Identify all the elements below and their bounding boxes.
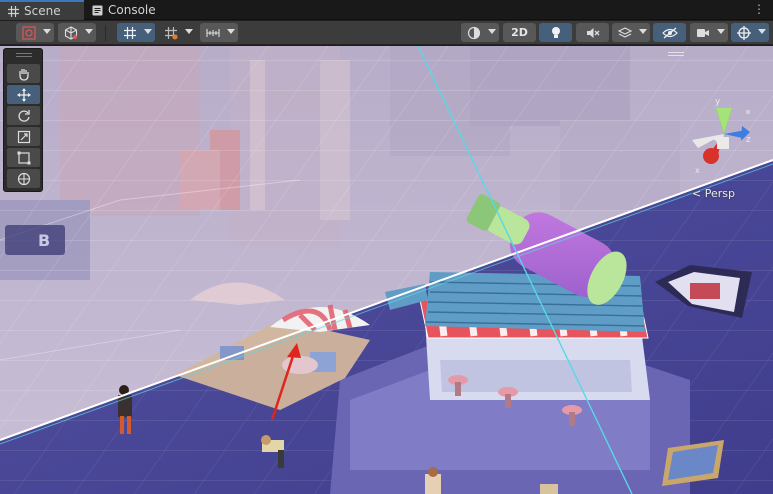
chevron-down-icon [758,29,766,34]
scene-render: B [0,46,773,494]
shading-dropdown[interactable] [58,23,96,42]
tab-console[interactable]: Console [84,0,164,20]
gizmo-toggle-dropdown[interactable] [117,23,155,42]
chevron-down-icon [43,29,51,34]
move-arrows-icon [16,87,31,102]
toggle-2d-button[interactable]: 2D [503,23,536,42]
axis-gizmo-icon: y z x [692,97,751,175]
overlay-grip-icon[interactable] [668,52,684,56]
chevron-down-icon [144,29,152,34]
camera-settings-dropdown[interactable] [690,23,728,42]
hand-icon [18,68,29,81]
rect-transform-icon [17,151,30,164]
axis-z-label: z [746,135,751,145]
gizmos-dropdown[interactable] [731,23,769,42]
faded-sign-b: B [5,225,65,255]
scene-toolbar: 2D [0,21,773,45]
axis-y-label: y [715,97,721,107]
transform-icon [17,172,30,185]
scene-visibility-button[interactable] [653,23,686,42]
toggle-2d-label: 2D [511,26,528,39]
hand-tool-button[interactable] [7,64,40,83]
render-mode-dropdown[interactable] [461,23,499,42]
chevron-down-icon [227,29,235,34]
gizmo-sphere-icon [737,25,751,40]
grid-snap-icon [165,26,178,39]
camera-icon [697,28,709,37]
grid-toggle-icon [124,26,136,39]
cube-icon [64,25,78,40]
speaker-muted-icon [586,27,599,38]
scale-icon [17,130,30,143]
draw-mode-icon [22,25,36,40]
tab-label: Scene [24,4,61,18]
chevron-down-icon [85,29,93,34]
tools-overlay [3,48,43,192]
rotate-icon [17,109,30,122]
axis-x-label: x [695,166,700,175]
rotate-tool-button[interactable] [7,106,40,125]
console-icon [92,5,103,15]
svg-text:B: B [38,231,50,250]
scene-viewport[interactable]: B y z x < Persp [0,46,773,494]
tab-label: Console [108,3,156,17]
rect-tool-button[interactable] [7,148,40,167]
transform-tool-button[interactable] [7,169,40,188]
chevron-down-icon [488,29,496,34]
more-options-icon[interactable]: ⋮ [753,3,765,15]
tab-scene[interactable]: Scene [0,0,84,20]
grid-snap-dropdown[interactable] [158,23,196,42]
chevron-down-icon [185,29,193,34]
effects-layers-icon [618,26,632,38]
camera-projection-label[interactable]: < Persp [692,187,735,200]
chevron-down-icon [639,29,647,34]
increment-snap-dropdown[interactable] [200,23,238,42]
grid-icon [8,5,19,17]
chevron-down-icon [717,29,725,34]
audio-toggle-button[interactable] [576,23,609,42]
move-tool-button[interactable] [7,85,40,104]
lighting-toggle-button[interactable] [539,23,572,42]
scale-tool-button[interactable] [7,127,40,146]
ruler-icon [206,28,220,37]
lightbulb-icon [551,26,560,38]
eye-crossed-icon [661,27,678,38]
draw-mode-dropdown[interactable] [16,23,54,42]
unity-editor-scene-window: Scene Console ⋮ 2D B y z x < Persp [0,0,773,494]
shaded-sphere-icon [467,26,481,39]
tab-bar: Scene Console ⋮ [0,0,773,20]
effects-dropdown[interactable] [612,23,650,42]
drag-handle-icon[interactable] [16,53,32,57]
